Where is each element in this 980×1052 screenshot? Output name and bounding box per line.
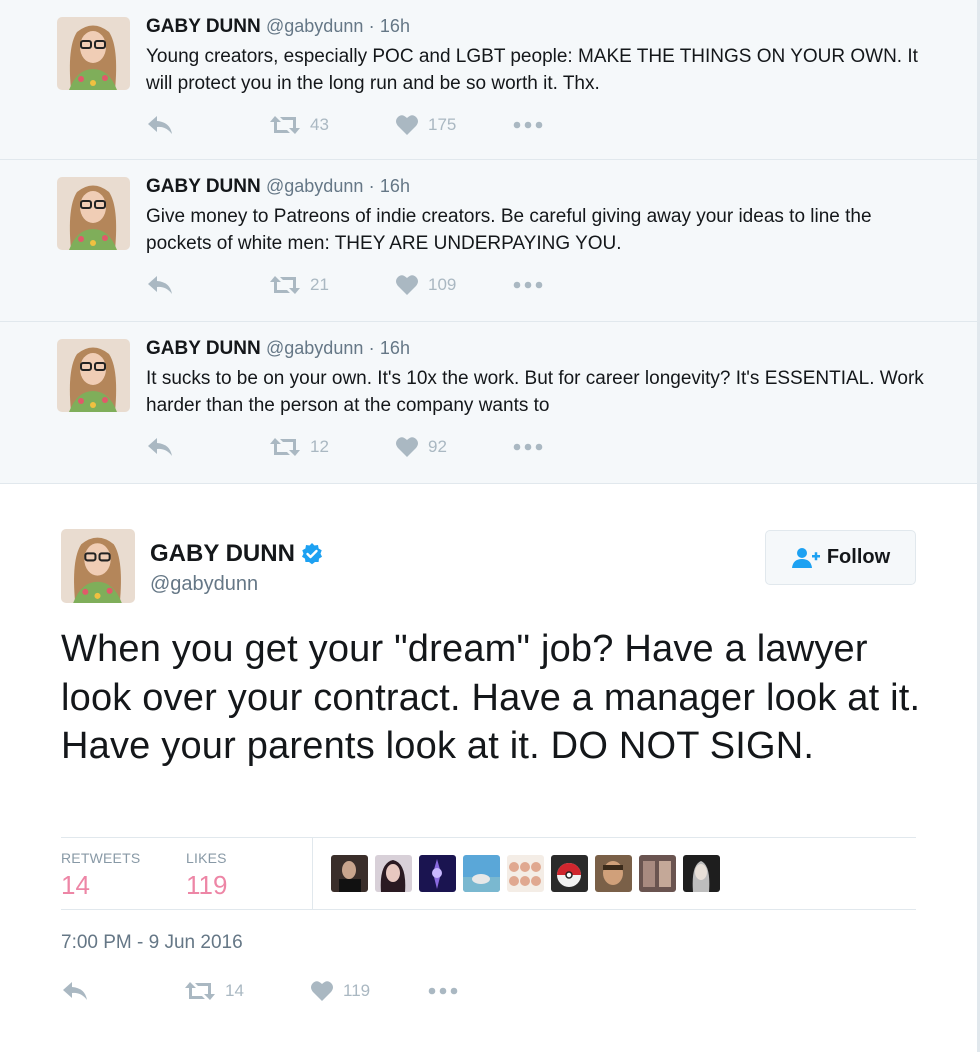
- tweet-text: When you get your "dream" job? Have a la…: [61, 628, 921, 767]
- liker-avatar[interactable]: [463, 855, 500, 892]
- liker-avatar[interactable]: [507, 855, 544, 892]
- like-button[interactable]: 175: [395, 114, 456, 136]
- more-button[interactable]: [512, 114, 544, 136]
- tweet-header: GABY DUNN @gabydunn · 16h: [146, 338, 410, 360]
- retweets-value: 14: [61, 870, 90, 900]
- conversation-tweet[interactable]: GABY DUNN @gabydunn · 16h It sucks to be…: [0, 322, 980, 484]
- reply-button[interactable]: [146, 436, 174, 458]
- author-name[interactable]: GABY DUNN: [146, 176, 261, 197]
- reply-icon: [148, 276, 172, 294]
- reply-icon: [148, 438, 172, 456]
- more-button[interactable]: [512, 274, 544, 296]
- like-count: 175: [428, 115, 457, 134]
- avatar[interactable]: [61, 529, 135, 603]
- retweet-icon: [185, 982, 215, 1000]
- author-name[interactable]: GABY DUNN: [146, 16, 261, 37]
- tweet-time[interactable]: 16h: [380, 176, 410, 196]
- retweet-icon: [270, 438, 300, 456]
- follow-user-icon: [791, 547, 820, 568]
- retweet-icon: [270, 116, 300, 134]
- author-handle[interactable]: @gabydunn: [266, 338, 363, 358]
- like-count: 92: [428, 437, 447, 456]
- liker-avatar[interactable]: [595, 855, 632, 892]
- avatar[interactable]: [57, 177, 130, 250]
- heart-icon: [396, 115, 418, 135]
- follow-button[interactable]: Follow: [765, 530, 916, 585]
- reply-button[interactable]: [61, 980, 89, 1002]
- tweet-actions: 14 119: [61, 980, 481, 1006]
- tweet-header: GABY DUNN @gabydunn · 16h: [146, 176, 410, 198]
- retweet-button[interactable]: 43: [269, 114, 329, 136]
- separator-dot: ·: [368, 338, 375, 358]
- like-count: 119: [343, 981, 371, 1000]
- more-icon: [428, 987, 458, 995]
- likes-label: LIKES: [186, 850, 227, 866]
- more-icon: [513, 443, 543, 451]
- tweet-stats: RETWEETS 14 LIKES 119: [61, 837, 916, 910]
- follow-label: Follow: [826, 546, 891, 568]
- more-icon: [513, 281, 543, 289]
- author-handle[interactable]: @gabydunn: [266, 176, 363, 196]
- retweet-button[interactable]: 14: [184, 980, 244, 1002]
- author-name[interactable]: GABY DUNN: [146, 338, 261, 359]
- avatar[interactable]: [57, 17, 130, 90]
- liker-avatars: [331, 855, 727, 892]
- reply-button[interactable]: [146, 114, 174, 136]
- retweets-label: RETWEETS: [61, 850, 141, 866]
- retweet-count: 14: [225, 981, 244, 1000]
- tweet-time[interactable]: 16h: [380, 16, 410, 36]
- author-handle[interactable]: @gabydunn: [150, 573, 258, 596]
- reply-icon: [63, 982, 87, 1000]
- more-icon: [513, 121, 543, 129]
- retweet-icon: [270, 276, 300, 294]
- verified-badge-icon: [301, 543, 322, 565]
- avatar[interactable]: [57, 339, 130, 412]
- liker-avatar[interactable]: [551, 855, 588, 892]
- tweet-text: It sucks to be on your own. It's 10x the…: [146, 368, 924, 416]
- conversation-tweet[interactable]: GABY DUNN @gabydunn · 16h Give money to …: [0, 160, 980, 322]
- separator-dot: ·: [368, 16, 375, 36]
- liker-avatar[interactable]: [375, 855, 412, 892]
- tweet-actions: 12 92: [146, 436, 566, 462]
- tweet-timestamp[interactable]: 7:00 PM - 9 Jun 2016: [61, 932, 243, 954]
- liker-avatar[interactable]: [331, 855, 368, 892]
- more-button[interactable]: [512, 436, 544, 458]
- like-button[interactable]: 92: [395, 436, 447, 458]
- tweet-actions: 43 175: [146, 114, 566, 140]
- retweet-count: 43: [310, 115, 329, 134]
- tweet-page: GABY DUNN @gabydunn · 16h Young creators…: [0, 0, 980, 1052]
- separator-dot: ·: [368, 176, 375, 196]
- more-button[interactable]: [427, 980, 459, 1002]
- retweet-button[interactable]: 12: [269, 436, 329, 458]
- heart-icon: [396, 437, 418, 457]
- retweet-count: 21: [310, 275, 329, 294]
- reply-button[interactable]: [146, 274, 174, 296]
- liker-avatar[interactable]: [419, 855, 456, 892]
- conversation-tweet[interactable]: GABY DUNN @gabydunn · 16h Young creators…: [0, 0, 980, 160]
- like-button[interactable]: 119: [310, 980, 370, 1002]
- conversation-thread: GABY DUNN @gabydunn · 16h Young creators…: [0, 0, 980, 484]
- author-name-row[interactable]: GABY DUNN: [150, 540, 324, 568]
- tweet-actions: 21 109: [146, 274, 566, 300]
- like-count: 109: [428, 275, 457, 294]
- retweets-stat[interactable]: RETWEETS 14: [61, 850, 140, 901]
- reply-icon: [148, 116, 172, 134]
- tweet-text: Give money to Patreons of indie creators…: [146, 206, 872, 254]
- likes-stat[interactable]: LIKES 119: [186, 850, 227, 901]
- heart-icon: [396, 275, 418, 295]
- tweet-text: Young creators, especially POC and LGBT …: [146, 46, 918, 94]
- main-tweet: GABY DUNN @gabydunn Follow When you get …: [0, 485, 977, 1052]
- tweet-time[interactable]: 16h: [380, 338, 410, 358]
- retweet-count: 12: [310, 437, 329, 456]
- heart-icon: [311, 981, 333, 1001]
- retweet-button[interactable]: 21: [269, 274, 329, 296]
- like-button[interactable]: 109: [395, 274, 456, 296]
- stats-divider: [312, 838, 313, 910]
- likes-value: 119: [186, 870, 228, 900]
- author-name[interactable]: GABY DUNN: [150, 540, 295, 568]
- liker-avatar[interactable]: [683, 855, 720, 892]
- liker-avatar[interactable]: [639, 855, 676, 892]
- tweet-header: GABY DUNN @gabydunn · 16h: [146, 16, 410, 38]
- author-handle[interactable]: @gabydunn: [266, 16, 363, 36]
